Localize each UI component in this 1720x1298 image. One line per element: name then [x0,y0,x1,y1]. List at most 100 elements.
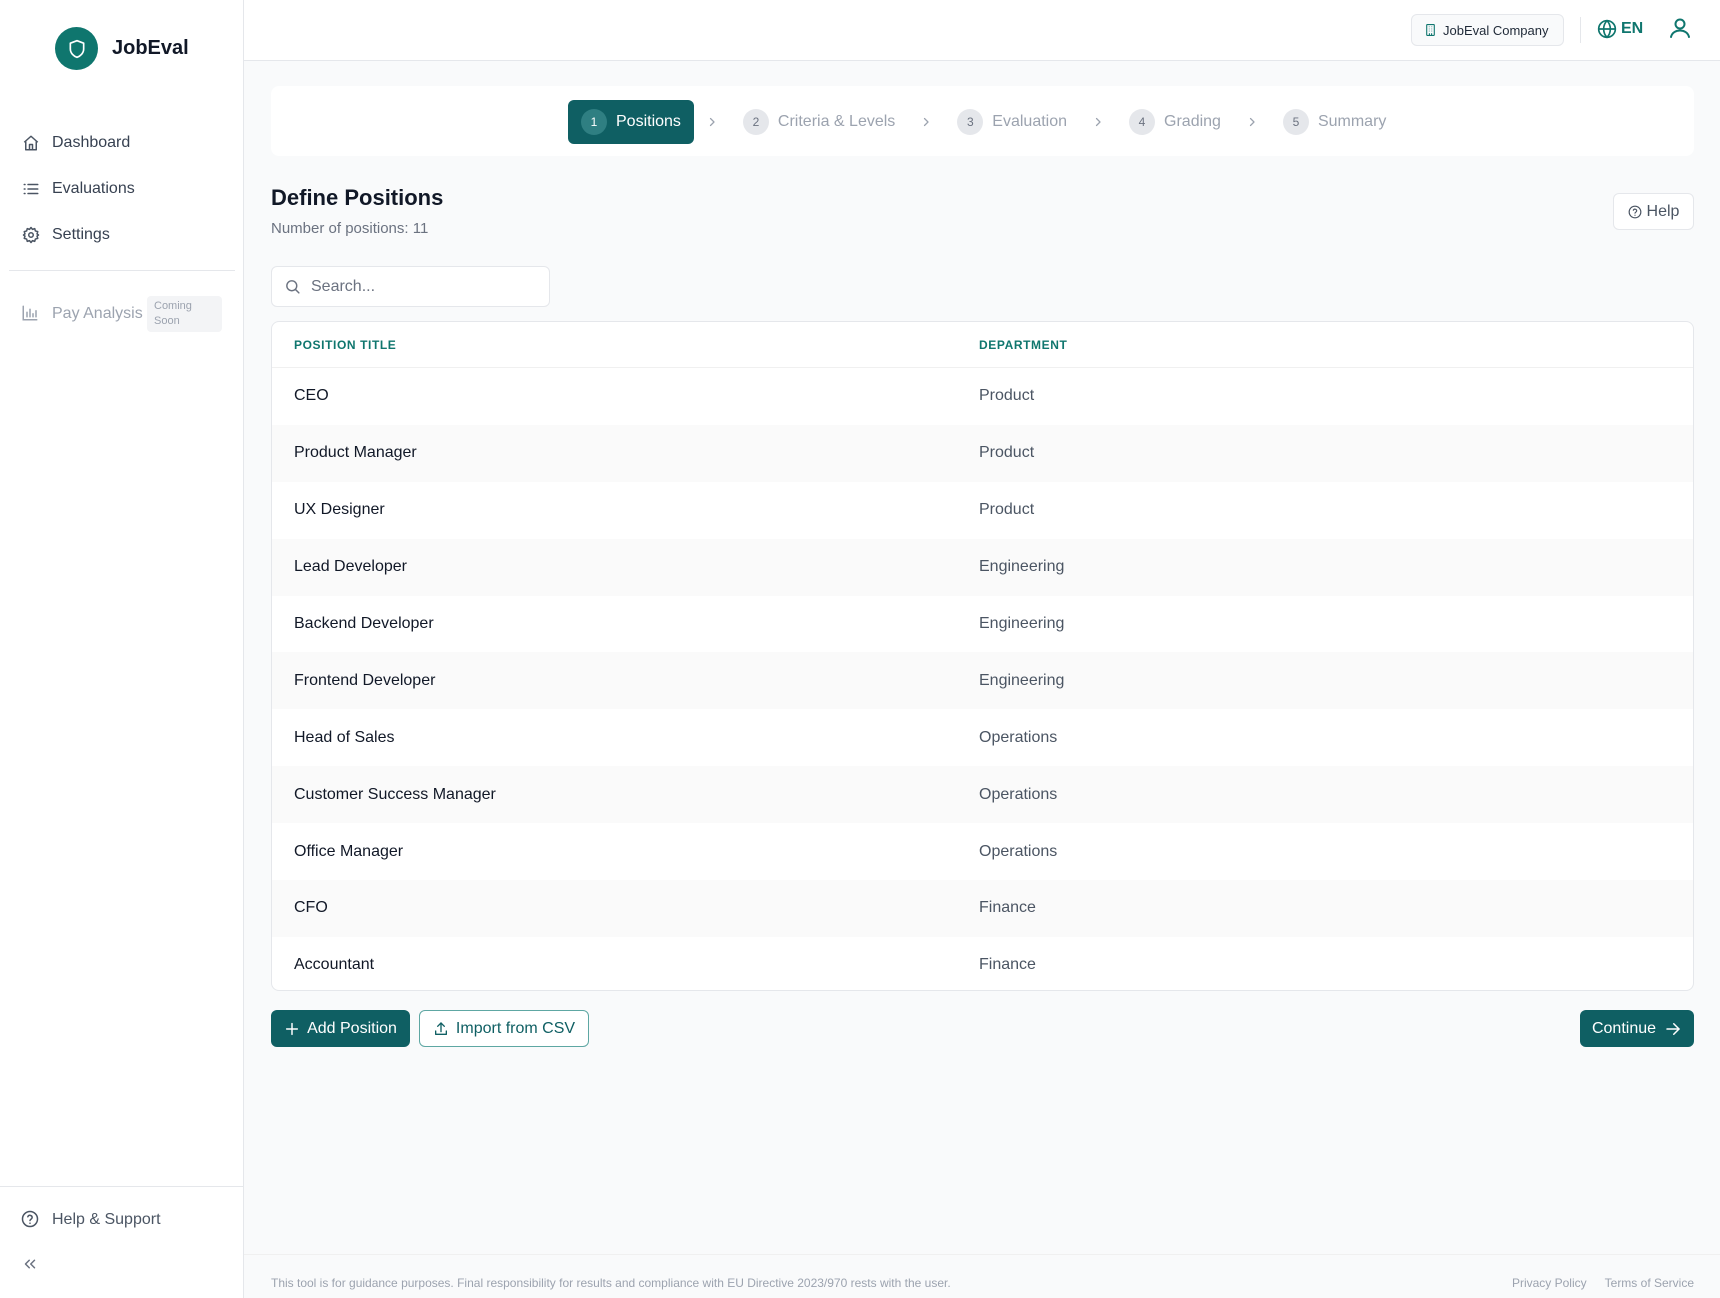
chevron-right-icon [697,100,727,144]
department-cell: Operations [979,728,1058,746]
table-row[interactable]: Frontend Developer Engineering [272,652,1693,710]
footer-links: Privacy Policy Terms of Service [1512,1276,1694,1290]
continue-button[interactable]: Continue [1580,1010,1694,1047]
language-code: EN [1621,20,1644,37]
position-title-cell: Frontend Developer [294,671,436,689]
step-label: Criteria & Levels [777,113,896,130]
user-icon[interactable] [1668,16,1692,40]
department-cell: Engineering [979,558,1065,576]
table-row[interactable]: Accountant Finance [272,937,1693,990]
table-row[interactable]: Product Manager Product [272,424,1693,482]
step-label: Summary [1317,113,1387,130]
import-csv-button[interactable]: Import from CSV [419,1010,589,1047]
search-icon [284,278,301,295]
department-cell: Engineering [979,615,1065,632]
table-row[interactable]: Head of Sales Operations [272,709,1693,766]
shield-logo-icon [55,27,98,70]
help-support-label: Help & Support [52,1211,161,1228]
department-cell: Engineering [979,671,1065,689]
upload-icon [433,1021,449,1037]
help-button[interactable]: Help [1613,193,1694,230]
table-row[interactable]: Office Manager Operations [272,823,1693,880]
table-body: CEO Product Product Manager Product UX Des… [272,368,1693,990]
position-title-cell: UX Designer [294,501,385,519]
position-title-cell: Product Manager [294,444,417,462]
position-title-cell: Customer Success Manager [294,785,496,803]
sidebar-item-pay-analysis: Pay Analysis Coming Soon [21,296,223,332]
company-name: JobEval Company [1443,22,1549,38]
sidebar-item-dashboard[interactable]: Dashboard [9,120,235,166]
footer: This tool is for guidance purposes. Fina… [244,1254,1720,1298]
position-title-cell: CEO [294,387,329,405]
step-criteria-levels[interactable]: 2 Criteria & Levels [730,100,908,144]
step-label: Grading [1164,113,1221,130]
divider [9,270,235,271]
step-summary[interactable]: 5 Summary [1270,100,1399,144]
sidebar-item-label: Evaluations [52,180,135,197]
divider [1580,17,1581,43]
department-cell: Product [979,501,1035,519]
step-number: 2 [742,109,769,135]
divider [0,1186,243,1187]
table-row[interactable]: Backend Developer Engineering [272,596,1693,653]
column-header-position-title[interactable]: POSITION TITLE [294,338,396,352]
sidebar-item-label: Dashboard [52,134,131,151]
table-row[interactable]: UX Designer Product [272,482,1693,539]
department-cell: Finance [979,956,1036,974]
sidebar-item-evaluations[interactable]: Evaluations [9,166,235,212]
help-circle-icon [1628,205,1642,219]
step-grading[interactable]: 4 Grading [1116,100,1234,144]
search-input[interactable] [311,277,541,296]
step-positions[interactable]: 1 Positions [568,100,694,144]
brand[interactable]: JobEval [55,27,189,70]
department-cell: Product [979,444,1035,462]
department-cell: Product [979,387,1035,405]
department-cell: Operations [979,842,1058,860]
privacy-policy-link[interactable]: Privacy Policy [1512,1276,1587,1290]
add-position-button[interactable]: Add Position [271,1010,410,1047]
position-title-cell: Office Manager [294,842,404,860]
pay-analysis-label: Pay Analysis [52,305,143,322]
positions-table: POSITION TITLE DEPARTMENT CEO Product Pro… [271,321,1694,991]
table-row[interactable]: CEO Product [272,368,1693,425]
table-row[interactable]: CFO Finance [272,880,1693,937]
position-count: Number of positions: 11 [271,220,429,237]
top-bar: JobEval Company EN [244,0,1720,61]
add-position-label: Add Position [307,1019,397,1037]
sidebar-item-settings[interactable]: Settings [9,212,235,258]
stepper: 1 Positions 2 Criteria & Levels 3 Evalua… [271,86,1694,156]
home-icon [21,133,41,153]
table-row[interactable]: Customer Success Manager Operations [272,766,1693,824]
list-icon [21,179,41,199]
position-title-cell: Lead Developer [294,558,407,576]
company-selector[interactable]: JobEval Company [1411,14,1564,46]
gear-icon [21,225,41,245]
table-row[interactable]: Lead Developer Engineering [272,538,1693,596]
bar-chart-icon [21,304,41,324]
department-cell: Operations [979,785,1058,803]
department-cell: Finance [979,899,1036,917]
chevron-right-icon [911,100,941,144]
help-label: Help [1646,202,1680,220]
step-number: 1 [581,109,607,135]
search-box [271,266,550,307]
column-header-department[interactable]: DEPARTMENT [979,338,1067,352]
language-selector[interactable]: EN [1597,19,1643,39]
chevron-right-icon [1237,100,1267,144]
sidebar-nav: Dashboard Evaluations Settings [9,120,235,258]
import-csv-label: Import from CSV [455,1019,576,1037]
terms-of-service-link[interactable]: Terms of Service [1605,1276,1694,1290]
chevron-right-icon [1083,100,1113,144]
position-title-cell: CFO [294,899,328,917]
step-label: Positions [616,113,681,130]
globe-icon [1597,19,1617,39]
disclaimer-text: This tool is for guidance purposes. Fina… [271,1276,951,1290]
double-chevron-left-icon[interactable] [21,1255,41,1275]
table-header: POSITION TITLE DEPARTMENT [272,322,1693,368]
step-number: 3 [957,109,984,135]
position-title-cell: Backend Developer [294,615,434,632]
help-support-link[interactable]: Help & Support [21,1210,161,1230]
sidebar-item-label: Settings [52,226,110,243]
step-label: Evaluation [992,113,1068,130]
step-evaluation[interactable]: 3 Evaluation [944,100,1080,144]
